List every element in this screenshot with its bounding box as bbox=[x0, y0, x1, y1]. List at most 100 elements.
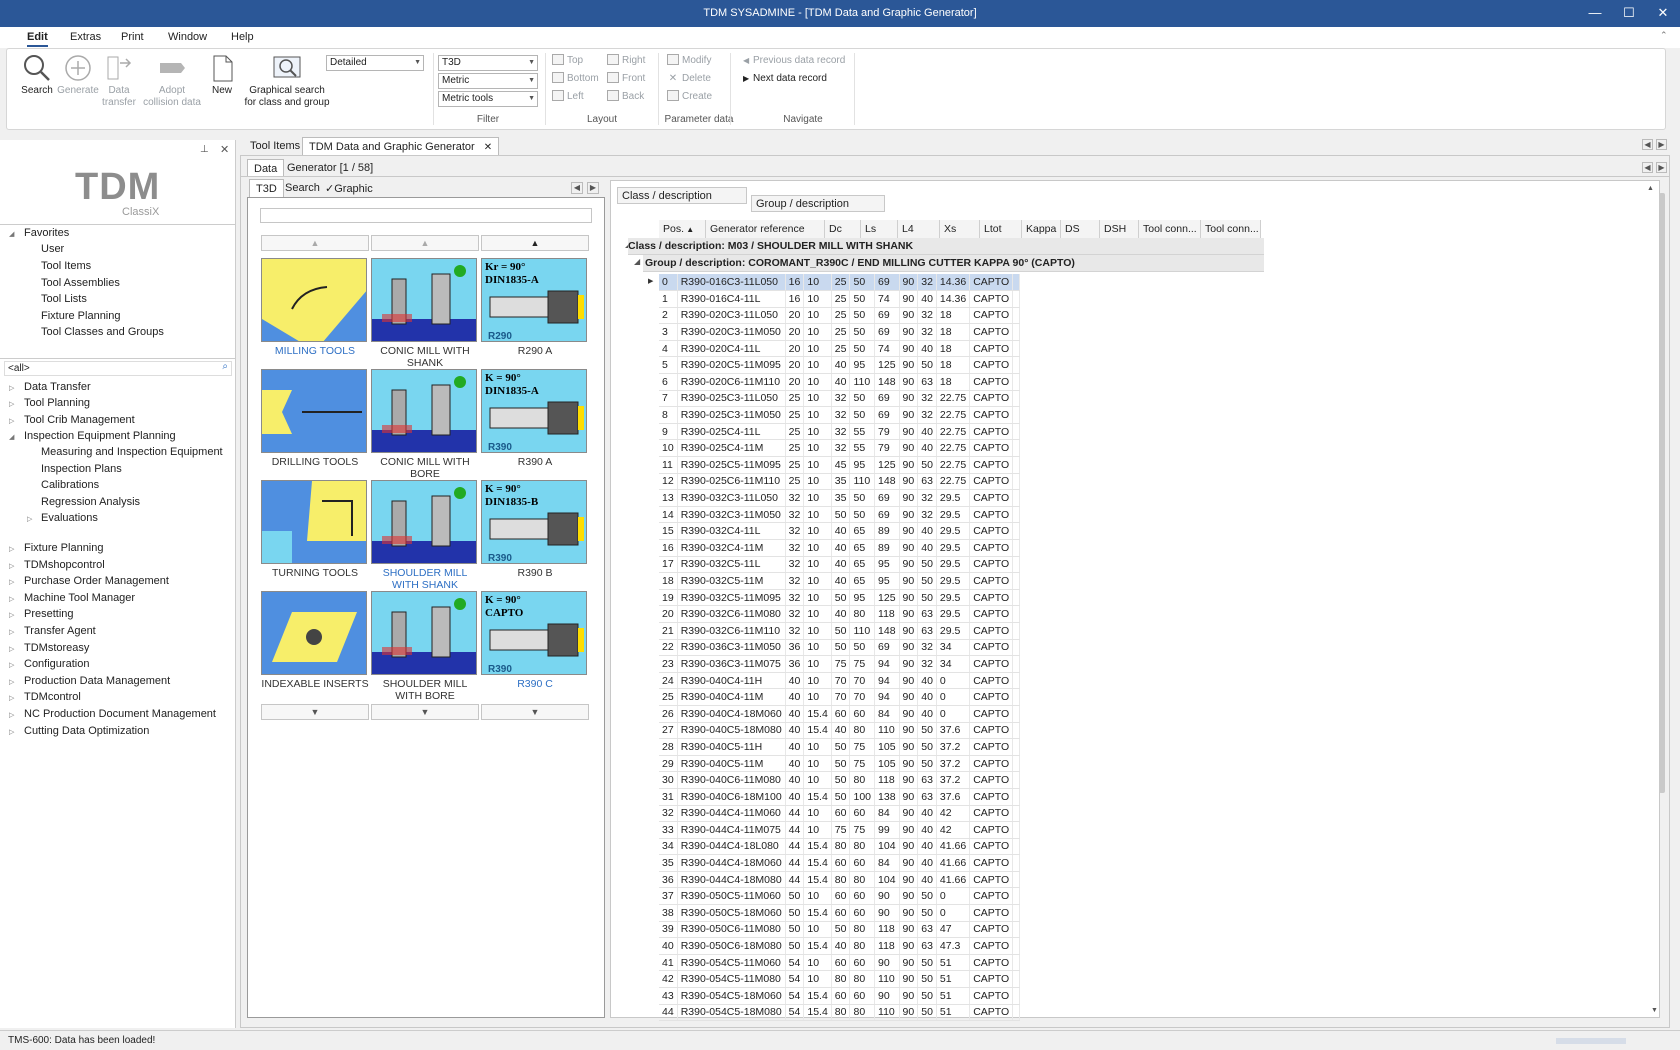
expand-icon[interactable]: ▷ bbox=[9, 595, 14, 603]
pin-icon[interactable]: ⊥ bbox=[200, 144, 209, 155]
table-row[interactable]: 11 R390-025C5-11M095 25 10 45 95 125 90 50 22.75 C… bbox=[659, 456, 1021, 474]
table-row[interactable]: 43 R390-054C5-18M060 54 15.4 60 60 90 90 50 51 CAP… bbox=[659, 987, 1021, 1005]
table-row[interactable]: 27 R390-040C5-18M080 40 15.4 40 80 110 90 50 37.6… bbox=[659, 722, 1021, 740]
subtab-generator[interactable]: Generator [1 / 58] bbox=[281, 159, 379, 177]
tree-evaluations[interactable]: Evaluations bbox=[41, 512, 98, 524]
tree-fav-tool-items[interactable]: Tool Items bbox=[41, 260, 91, 272]
search-icon[interactable]: ⌕ bbox=[222, 361, 228, 372]
gallery-tile[interactable]: Kr = 90° DIN1835-A R290 bbox=[481, 258, 587, 342]
gallery-tile-caption[interactable]: R390 A bbox=[481, 456, 589, 468]
table-row[interactable]: 42 R390-054C5-11M080 54 10 80 80 110 90 50 51 CAPT… bbox=[659, 970, 1021, 989]
gallery-tile-caption[interactable]: SHOULDER MILL WITH BORE bbox=[371, 678, 479, 702]
scroll-up-button[interactable]: ▲ bbox=[481, 235, 589, 251]
tree-module-production-data-management[interactable]: Production Data Management bbox=[24, 675, 170, 687]
generate-button[interactable]: Generate bbox=[53, 53, 103, 97]
tree-tool-crib[interactable]: Tool Crib Management bbox=[24, 414, 135, 426]
tree-favorites[interactable]: Favorites bbox=[24, 227, 69, 239]
gallery-tile[interactable] bbox=[261, 480, 367, 564]
table-row[interactable]: 41 R390-054C5-11M060 54 10 60 60 90 90 50 51 CAPTO bbox=[659, 954, 1021, 972]
gallery-tile[interactable] bbox=[261, 258, 367, 342]
group-filter-box[interactable]: Group / description bbox=[751, 195, 885, 212]
tree-regression[interactable]: Regression Analysis bbox=[41, 496, 140, 508]
table-row[interactable]: 34 R390-044C4-18L080 44 15.4 80 80 104 90 40 41.6… bbox=[659, 838, 1021, 856]
scroll-down-button[interactable]: ▼ bbox=[261, 704, 369, 720]
tab-generator[interactable]: TDM Data and Graphic Generator ✕ bbox=[302, 137, 500, 155]
column-header[interactable]: Xs bbox=[940, 220, 980, 238]
tab-tool-items[interactable]: Tool Items bbox=[244, 137, 306, 155]
adopt-collision-button[interactable]: Adopt collision data bbox=[137, 53, 207, 109]
tree-module-presetting[interactable]: Presetting bbox=[24, 608, 74, 620]
scroll-up-icon[interactable]: ▲ bbox=[1647, 185, 1657, 195]
class-group-row[interactable]: Class / description: M03 / SHOULDER MILL… bbox=[628, 238, 1264, 255]
tree-fav-tool-lists[interactable]: Tool Lists bbox=[41, 293, 87, 305]
unit-filter-select[interactable]: Metric ▼ bbox=[438, 73, 538, 89]
menu-window[interactable]: Window bbox=[168, 31, 207, 43]
maximize-button[interactable]: ☐ bbox=[1614, 4, 1644, 24]
collapse-group-icon[interactable]: ◢ bbox=[634, 257, 642, 266]
scroll-up-button[interactable]: ▲ bbox=[261, 235, 369, 251]
table-row[interactable]: 15 R390-032C4-11L 32 10 40 65 89 90 40 29.5 CAPTO bbox=[659, 522, 1021, 540]
gallery-tile-caption[interactable]: INDEXABLE INSERTS bbox=[261, 678, 369, 690]
table-row[interactable]: 0 R390-016C3-11L050 16 10 25 50 69 90 32 14.36 CAP… bbox=[659, 274, 1021, 292]
expand-icon[interactable]: ▷ bbox=[9, 384, 14, 392]
table-row[interactable]: 1 R390-016C4-11L 16 10 25 50 74 90 40 14.36 CAPTO bbox=[659, 290, 1021, 308]
table-row[interactable]: 23 R390-036C3-11M075 36 10 75 75 94 90 32 34 CAPTO bbox=[659, 655, 1021, 673]
table-row[interactable]: 17 R390-032C5-11L 32 10 40 65 95 90 50 29.5 CAPTO bbox=[659, 556, 1021, 574]
tree-module-tdmcontrol[interactable]: TDMcontrol bbox=[24, 691, 81, 703]
tree-tool-planning[interactable]: Tool Planning bbox=[24, 397, 90, 409]
table-row[interactable]: 40 R390-050C6-18M080 50 15.4 40 80 118 90 63 47.3… bbox=[659, 937, 1021, 955]
table-row[interactable]: 3 R390-020C3-11M050 20 10 25 50 69 90 32 18 CAPTO bbox=[659, 323, 1021, 341]
gallery-tile-caption[interactable]: SHOULDER MILL WITH SHANK bbox=[371, 567, 479, 591]
layout-front-button[interactable]: Front bbox=[607, 72, 645, 86]
table-row[interactable]: 19 R390-032C5-11M095 32 10 50 95 125 90 50 29.5 CA… bbox=[659, 589, 1021, 607]
column-header[interactable]: Generator reference bbox=[706, 220, 825, 238]
table-row[interactable]: 2 R390-020C3-11L050 20 10 25 50 69 90 32 18 CAPTO bbox=[659, 307, 1021, 325]
expand-icon[interactable]: ▷ bbox=[9, 645, 14, 653]
minimize-button[interactable]: — bbox=[1580, 4, 1610, 24]
close-window-button[interactable]: ✕ bbox=[1648, 4, 1678, 24]
table-row[interactable]: 13 R390-032C3-11L050 32 10 35 50 69 90 32 29.5 CAP… bbox=[659, 489, 1021, 507]
gallery-tile[interactable]: K = 90° CAPTO R390 bbox=[481, 591, 587, 675]
table-row[interactable]: 33 R390-044C4-11M075 44 10 75 75 99 90 40 42 CAPTO bbox=[659, 821, 1021, 839]
tree-fav-user[interactable]: User bbox=[41, 243, 64, 255]
tree-module-nc-production-document-management[interactable]: NC Production Document Management bbox=[24, 708, 216, 720]
view-mode-select[interactable]: Detailed ▼ bbox=[326, 55, 424, 71]
scroll-left-icon[interactable]: ◀ bbox=[1642, 139, 1653, 150]
menu-extras[interactable]: Extras bbox=[70, 31, 101, 43]
tree-fav-tool-classes[interactable]: Tool Classes and Groups bbox=[41, 326, 164, 338]
expand-icon[interactable]: ▷ bbox=[9, 578, 14, 586]
tree-inspection-plans[interactable]: Inspection Plans bbox=[41, 463, 122, 475]
delete-button[interactable]: ✕ Delete bbox=[667, 72, 711, 86]
table-row[interactable]: 35 R390-044C4-18M060 44 15.4 60 60 84 90 40 41.66… bbox=[659, 854, 1021, 872]
table-row[interactable]: 44 R390-054C5-18M080 54 15.4 80 80 110 90 50 51 CA… bbox=[659, 1004, 1021, 1022]
tree-inspection-planning[interactable]: Inspection Equipment Planning bbox=[24, 430, 176, 442]
table-row[interactable]: 36 R390-044C4-18M080 44 15.4 80 80 104 90 40 41.6… bbox=[659, 871, 1021, 889]
graphical-search-button[interactable]: Graphical search for class and group bbox=[235, 53, 339, 109]
subtab-data[interactable]: Data bbox=[247, 159, 285, 177]
table-row[interactable]: 18 R390-032C5-11M 32 10 40 65 95 90 50 29.5 CAPTO bbox=[659, 572, 1021, 590]
expand-icon[interactable]: ▷ bbox=[9, 562, 14, 570]
menu-edit[interactable]: Edit bbox=[27, 31, 48, 47]
column-header[interactable]: Dc bbox=[825, 220, 861, 238]
table-row[interactable]: 30 R390-040C6-11M080 40 10 50 80 118 90 63 37.2 CA… bbox=[659, 771, 1021, 789]
table-row[interactable]: 10 R390-025C4-11M 25 10 32 55 79 90 40 22.75 CAPTO bbox=[659, 439, 1021, 458]
scroll-down-icon[interactable]: ▼ bbox=[1651, 1007, 1661, 1017]
gallery-tile-caption[interactable]: MILLING TOOLS bbox=[261, 345, 369, 357]
gallery-tile-caption[interactable]: R290 A bbox=[481, 345, 589, 357]
column-header[interactable]: L4 bbox=[898, 220, 940, 238]
gallery-tile-caption[interactable]: TURNING TOOLS bbox=[261, 567, 369, 579]
tree-module-transfer-agent[interactable]: Transfer Agent bbox=[24, 625, 96, 637]
scroll-down-button[interactable]: ▼ bbox=[481, 704, 589, 720]
layout-bottom-button[interactable]: Bottom bbox=[552, 72, 599, 86]
table-row[interactable]: 6 R390-020C6-11M110 20 10 40 110 148 90 63 18 CAPT… bbox=[659, 373, 1021, 391]
menu-print[interactable]: Print bbox=[121, 31, 144, 43]
expand-icon[interactable]: ▷ bbox=[27, 515, 32, 523]
tree-fav-fixture-planning[interactable]: Fixture Planning bbox=[41, 310, 121, 322]
scroll-down-button[interactable]: ▼ bbox=[371, 704, 479, 720]
table-row[interactable]: 12 R390-025C6-11M110 25 10 35 110 148 90 63 22.75… bbox=[659, 473, 1021, 491]
expand-icon[interactable]: ▷ bbox=[9, 661, 14, 669]
tree-module-machine-tool-manager[interactable]: Machine Tool Manager bbox=[24, 592, 135, 604]
modify-button[interactable]: Modify bbox=[667, 54, 711, 68]
expand-icon[interactable]: ▷ bbox=[9, 611, 14, 619]
table-row[interactable]: 22 R390-036C3-11M050 36 10 50 50 69 90 32 34 CAPTO bbox=[659, 639, 1021, 657]
